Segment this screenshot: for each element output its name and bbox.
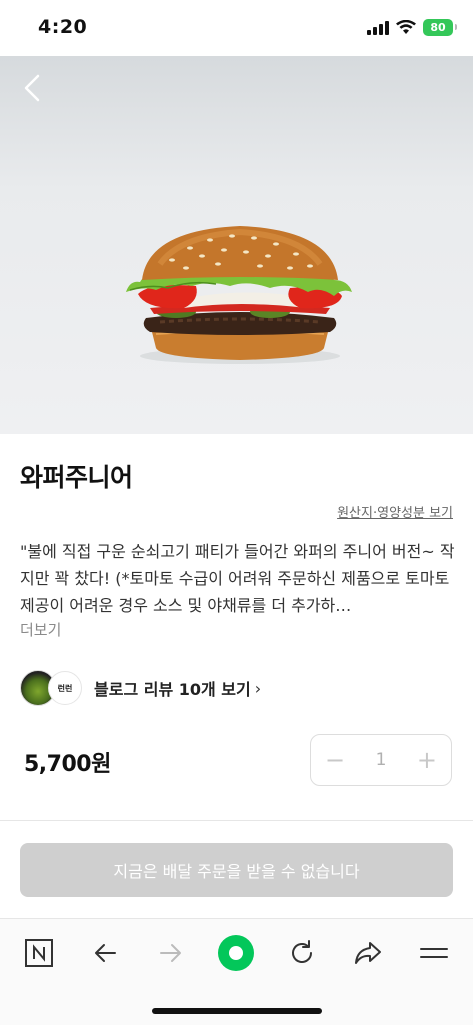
refresh-button[interactable] xyxy=(282,933,322,973)
green-dot-button[interactable] xyxy=(216,933,256,973)
naver-home-button[interactable] xyxy=(19,933,59,973)
status-icons: 80 xyxy=(367,19,457,36)
green-dot-icon xyxy=(218,935,254,971)
quantity-stepper: − 1 + xyxy=(310,734,452,786)
share-button[interactable] xyxy=(348,933,388,973)
back-icon xyxy=(24,74,40,102)
origin-nutrition-link[interactable]: 원산지·영양성분 보기 xyxy=(337,502,453,521)
chevron-right-icon: › xyxy=(254,678,262,698)
quantity-value: 1 xyxy=(375,750,387,770)
decrease-button[interactable]: − xyxy=(323,746,347,774)
signal-icon xyxy=(367,20,389,35)
product-image xyxy=(0,56,473,434)
blog-review-link[interactable]: 런런 블로그 리뷰 10개 보기 › xyxy=(20,670,261,706)
battery-indicator: 80 xyxy=(423,19,457,36)
status-bar: 4:20 80 xyxy=(0,0,473,56)
arrow-left-icon xyxy=(95,944,116,962)
more-button[interactable]: 더보기 xyxy=(20,619,61,640)
status-time: 4:20 xyxy=(38,16,88,38)
avatar-badge: 런런 xyxy=(48,671,82,705)
product-description: "불에 직접 구운 순쇠고기 패티가 들어간 와퍼의 주니어 버전~ 작지만 꽉… xyxy=(20,542,455,615)
increase-button[interactable]: + xyxy=(415,746,439,774)
menu-button[interactable] xyxy=(414,933,454,973)
burger-illustration xyxy=(126,226,352,364)
naver-n-icon xyxy=(25,939,53,967)
share-icon xyxy=(355,942,381,964)
wifi-icon xyxy=(396,20,416,34)
arrow-right-icon xyxy=(160,944,181,962)
divider xyxy=(0,820,473,821)
product-price: 5,700원 xyxy=(24,752,111,777)
order-button[interactable]: 지금은 배달 주문을 받을 수 없습니다 xyxy=(20,843,453,897)
refresh-icon xyxy=(292,940,312,963)
product-title: 와퍼주니어 xyxy=(20,463,133,492)
menu-icon xyxy=(420,948,448,958)
home-indicator xyxy=(152,1008,322,1014)
forward-nav-button[interactable] xyxy=(151,933,191,973)
blog-review-label: 블로그 리뷰 10개 보기 xyxy=(94,680,251,699)
avatar-badge-text: 런런 xyxy=(57,683,73,693)
back-button[interactable] xyxy=(16,72,48,104)
back-nav-button[interactable] xyxy=(85,933,125,973)
